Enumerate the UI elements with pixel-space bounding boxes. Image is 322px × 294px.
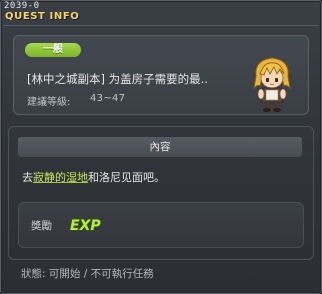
quest-description: 去寂静的湿地和洛尼见面吧。	[22, 169, 165, 185]
reward-label: 獎勵	[31, 220, 52, 232]
quest-id: 2039-0	[4, 1, 40, 11]
window-title: QUEST INFO	[5, 11, 80, 22]
content-panel: 內容 去寂静的湿地和洛尼见面吧。 獎勵 EXP	[8, 126, 314, 260]
reward-box: 獎勵 EXP	[18, 202, 304, 248]
quest-info-window: 2039-0 QUEST INFO 一般 [林中之城副本] 为盖房子需要的最..…	[0, 0, 322, 294]
level-range: 43~47	[90, 93, 126, 104]
description-suffix: 和洛尼见面吧。	[88, 171, 165, 184]
description-prefix: 去	[22, 171, 33, 184]
quest-header-card: 一般 [林中之城副本] 为盖房子需要的最.. 建議等級: 43~47	[13, 35, 309, 115]
level-label: 建議等級:	[27, 97, 71, 108]
exp-text: EXP	[70, 218, 101, 234]
npc-portrait-icon	[246, 54, 298, 112]
quest-name: [林中之城副本] 为盖房子需要的最..	[27, 72, 208, 86]
status-line: 狀態: 可開始 / 不可執行任務	[21, 268, 154, 280]
map-link[interactable]: 寂静的湿地	[33, 171, 88, 184]
exp-icon: EXP	[68, 213, 102, 235]
title-divider	[3, 25, 319, 26]
category-badge: 一般	[25, 43, 81, 57]
content-header: 內容	[18, 137, 302, 157]
